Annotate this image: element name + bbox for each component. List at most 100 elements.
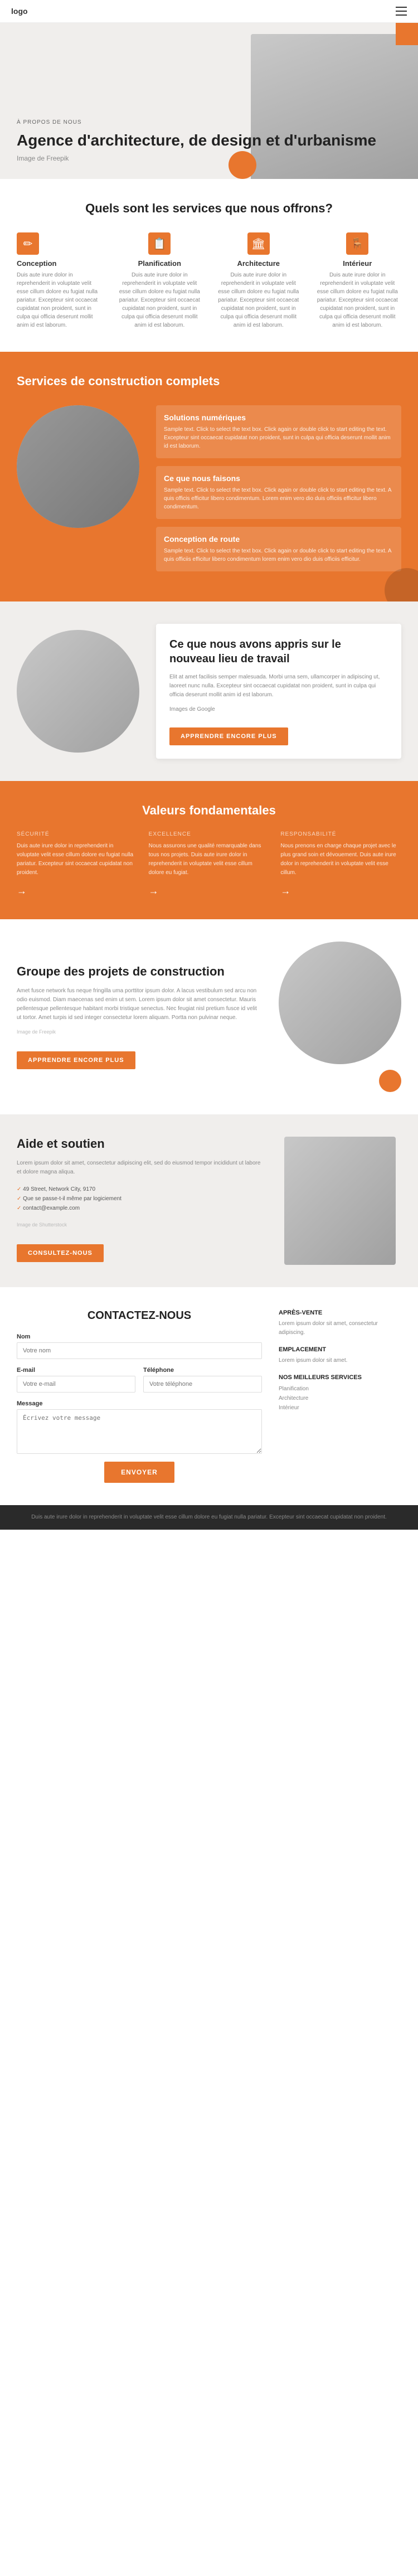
interieur-label: Intérieur <box>314 259 402 268</box>
contact-info-col: APRÈS-VENTE Lorem ipsum dolor sit amet, … <box>279 1309 401 1483</box>
conception-label: Conception <box>17 259 105 268</box>
valeur-item-responsabilite: RESPONSABILITÉ Nous prenons en charge ch… <box>280 831 401 897</box>
conception-icon: ✏ <box>17 232 39 255</box>
construction-item-2-desc: Sample text. Click to select the text bo… <box>164 486 393 511</box>
valeurs-section: Valeurs fondamentales SÉCURITÉ Duis aute… <box>0 781 418 919</box>
planification-desc: Duis aute irure dolor in reprehenderit i… <box>116 271 204 329</box>
construction-item-3-desc: Sample text. Click to select the text bo… <box>164 547 393 564</box>
contact-message-group: Message <box>17 1400 262 1454</box>
travail-credit: Images de Google <box>169 705 388 714</box>
contact-email-phone-row: E-mail Téléphone <box>17 1367 262 1393</box>
contact-email-input[interactable] <box>17 1376 135 1393</box>
construction-content: Solutions numériques Sample text. Click … <box>156 405 401 579</box>
aide-content: Aide et soutien Lorem ipsum dolor sit am… <box>17 1137 262 1262</box>
construction-item-2-title: Ce que nous faisons <box>164 474 393 483</box>
contact-section: CONTACTEZ-NOUS Nom E-mail Téléphone Mess… <box>0 1287 418 1505</box>
valeur-securite-arrow[interactable]: → <box>17 885 27 896</box>
service-list-item-1: Planification <box>279 1384 401 1394</box>
valeur-excellence-arrow[interactable]: → <box>149 885 159 896</box>
contact-name-row: Nom <box>17 1333 262 1359</box>
construction-item-1-title: Solutions numériques <box>164 413 393 422</box>
hero-title: Agence d'architecture, de design et d'ur… <box>17 131 401 150</box>
projets-orange-circle <box>379 1070 401 1092</box>
valeur-item-securite: SÉCURITÉ Duis aute irure dolor in repreh… <box>17 831 138 897</box>
valeur-excellence-tag: EXCELLENCE <box>149 831 270 837</box>
valeurs-grid: SÉCURITÉ Duis aute irure dolor in repreh… <box>17 831 401 897</box>
projets-content: Groupe des projets de construction Amet … <box>17 964 262 1069</box>
construction-item-3-title: Conception de route <box>164 535 393 544</box>
hero-section: À PROPOS DE NOUS Agence d'architecture, … <box>0 23 418 179</box>
construction-item-1-desc: Sample text. Click to select the text bo… <box>164 425 393 450</box>
aide-credit: Image de Shutterstock <box>17 1221 262 1229</box>
contact-phone-label: Téléphone <box>143 1367 262 1374</box>
projets-section: Groupe des projets de construction Amet … <box>0 919 418 1114</box>
valeur-responsabilite-tag: RESPONSABILITÉ <box>280 831 401 837</box>
aide-list-item-3: contact@example.com <box>17 1204 262 1213</box>
construction-item-1: Solutions numériques Sample text. Click … <box>156 405 401 458</box>
aide-list-item-2: Que se passe-t-il même par logiciement <box>17 1194 262 1204</box>
travail-section: Ce que nous avons appris sur le nouveau … <box>0 601 418 781</box>
valeur-responsabilite-desc: Nous prenons en charge chaque projet ave… <box>280 842 401 877</box>
services-title-info: NOS MEILLEURS SERVICES <box>279 1374 401 1381</box>
apres-vente-title: APRÈS-VENTE <box>279 1309 401 1316</box>
valeur-excellence-desc: Nous assurons une qualité remarquable da… <box>149 842 270 877</box>
travail-title: Ce que nous avons appris sur le nouveau … <box>169 637 388 666</box>
service-item-interieur: 🪑 Intérieur Duis aute irure dolor in rep… <box>314 232 402 329</box>
conception-desc: Duis aute irure dolor in reprehenderit i… <box>17 271 105 329</box>
travail-btn[interactable]: APPRENDRE ENCORE PLUS <box>169 727 288 745</box>
aide-image <box>284 1137 396 1265</box>
construction-title: Services de construction complets <box>17 374 401 389</box>
services-grid: ✏ Conception Duis aute irure dolor in re… <box>17 232 401 329</box>
valeurs-title: Valeurs fondamentales <box>17 803 401 818</box>
architecture-desc: Duis aute irure dolor in reprehenderit i… <box>215 271 303 329</box>
emplacement-title: EMPLACEMENT <box>279 1346 401 1353</box>
hero-credit: Image de Freepik <box>17 154 401 162</box>
contact-message-label: Message <box>17 1400 262 1407</box>
aide-list: 49 Street, Network City, 9170 Que se pas… <box>17 1185 262 1213</box>
travail-image-col <box>17 630 139 753</box>
travail-desc: Elit at amet facilisis semper malesuada.… <box>169 673 388 700</box>
contact-name-group: Nom <box>17 1333 262 1359</box>
service-list-item-2: Architecture <box>279 1394 401 1403</box>
travail-content: Ce que nous avons appris sur le nouveau … <box>156 624 401 759</box>
navbar: logo <box>0 0 418 23</box>
service-item-conception: ✏ Conception Duis aute irure dolor in re… <box>17 232 105 329</box>
service-item-planification: 📋 Planification Duis aute irure dolor in… <box>116 232 204 329</box>
contact-name-label: Nom <box>17 1333 262 1340</box>
aide-title: Aide et soutien <box>17 1137 262 1151</box>
contact-submit-btn[interactable]: ENVOYER <box>104 1462 174 1483</box>
contact-message-input[interactable] <box>17 1409 262 1454</box>
projets-desc: Amet fusce network fus neque fringilla u… <box>17 987 262 1022</box>
contact-form-title: CONTACTEZ-NOUS <box>17 1309 262 1322</box>
aide-section: Aide et soutien Lorem ipsum dolor sit am… <box>0 1114 418 1287</box>
projets-image <box>279 942 401 1064</box>
contact-phone-input[interactable] <box>143 1376 262 1393</box>
valeur-item-excellence: EXCELLENCE Nous assurons une qualité rem… <box>149 831 270 897</box>
menu-icon[interactable] <box>396 6 407 17</box>
architecture-icon: 🏛 <box>247 232 270 255</box>
services-title: Quels sont les services que nous offrons… <box>17 201 401 216</box>
valeur-securite-tag: SÉCURITÉ <box>17 831 138 837</box>
contact-form-col: CONTACTEZ-NOUS Nom E-mail Téléphone Mess… <box>17 1309 262 1483</box>
planification-label: Planification <box>116 259 204 268</box>
valeur-responsabilite-arrow[interactable]: → <box>280 885 290 896</box>
projets-image-col <box>279 942 401 1092</box>
services-section: Quels sont les services que nous offrons… <box>0 179 418 352</box>
travail-image <box>17 630 139 753</box>
hero-tag: À PROPOS DE NOUS <box>17 119 401 125</box>
footer-text: Duis aute irure dolor in reprehenderit i… <box>17 1513 401 1522</box>
planification-icon: 📋 <box>148 232 171 255</box>
projets-btn[interactable]: APPRENDRE ENCORE PLUS <box>17 1051 135 1069</box>
aide-btn[interactable]: CONSULTEZ-NOUS <box>17 1244 104 1262</box>
hero-orange-rect <box>396 23 418 45</box>
contact-services: NOS MEILLEURS SERVICES Planification Arc… <box>279 1374 401 1413</box>
construction-image-col <box>17 405 139 579</box>
contact-email-label: E-mail <box>17 1367 135 1374</box>
valeur-securite-desc: Duis aute irure dolor in reprehenderit i… <box>17 842 138 877</box>
construction-image <box>17 405 139 528</box>
interieur-desc: Duis aute irure dolor in reprehenderit i… <box>314 271 402 329</box>
construction-item-3: Conception de route Sample text. Click t… <box>156 527 401 571</box>
contact-name-input[interactable] <box>17 1342 262 1359</box>
contact-phone-group: Téléphone <box>143 1367 262 1393</box>
aide-list-item-1: 49 Street, Network City, 9170 <box>17 1185 262 1194</box>
